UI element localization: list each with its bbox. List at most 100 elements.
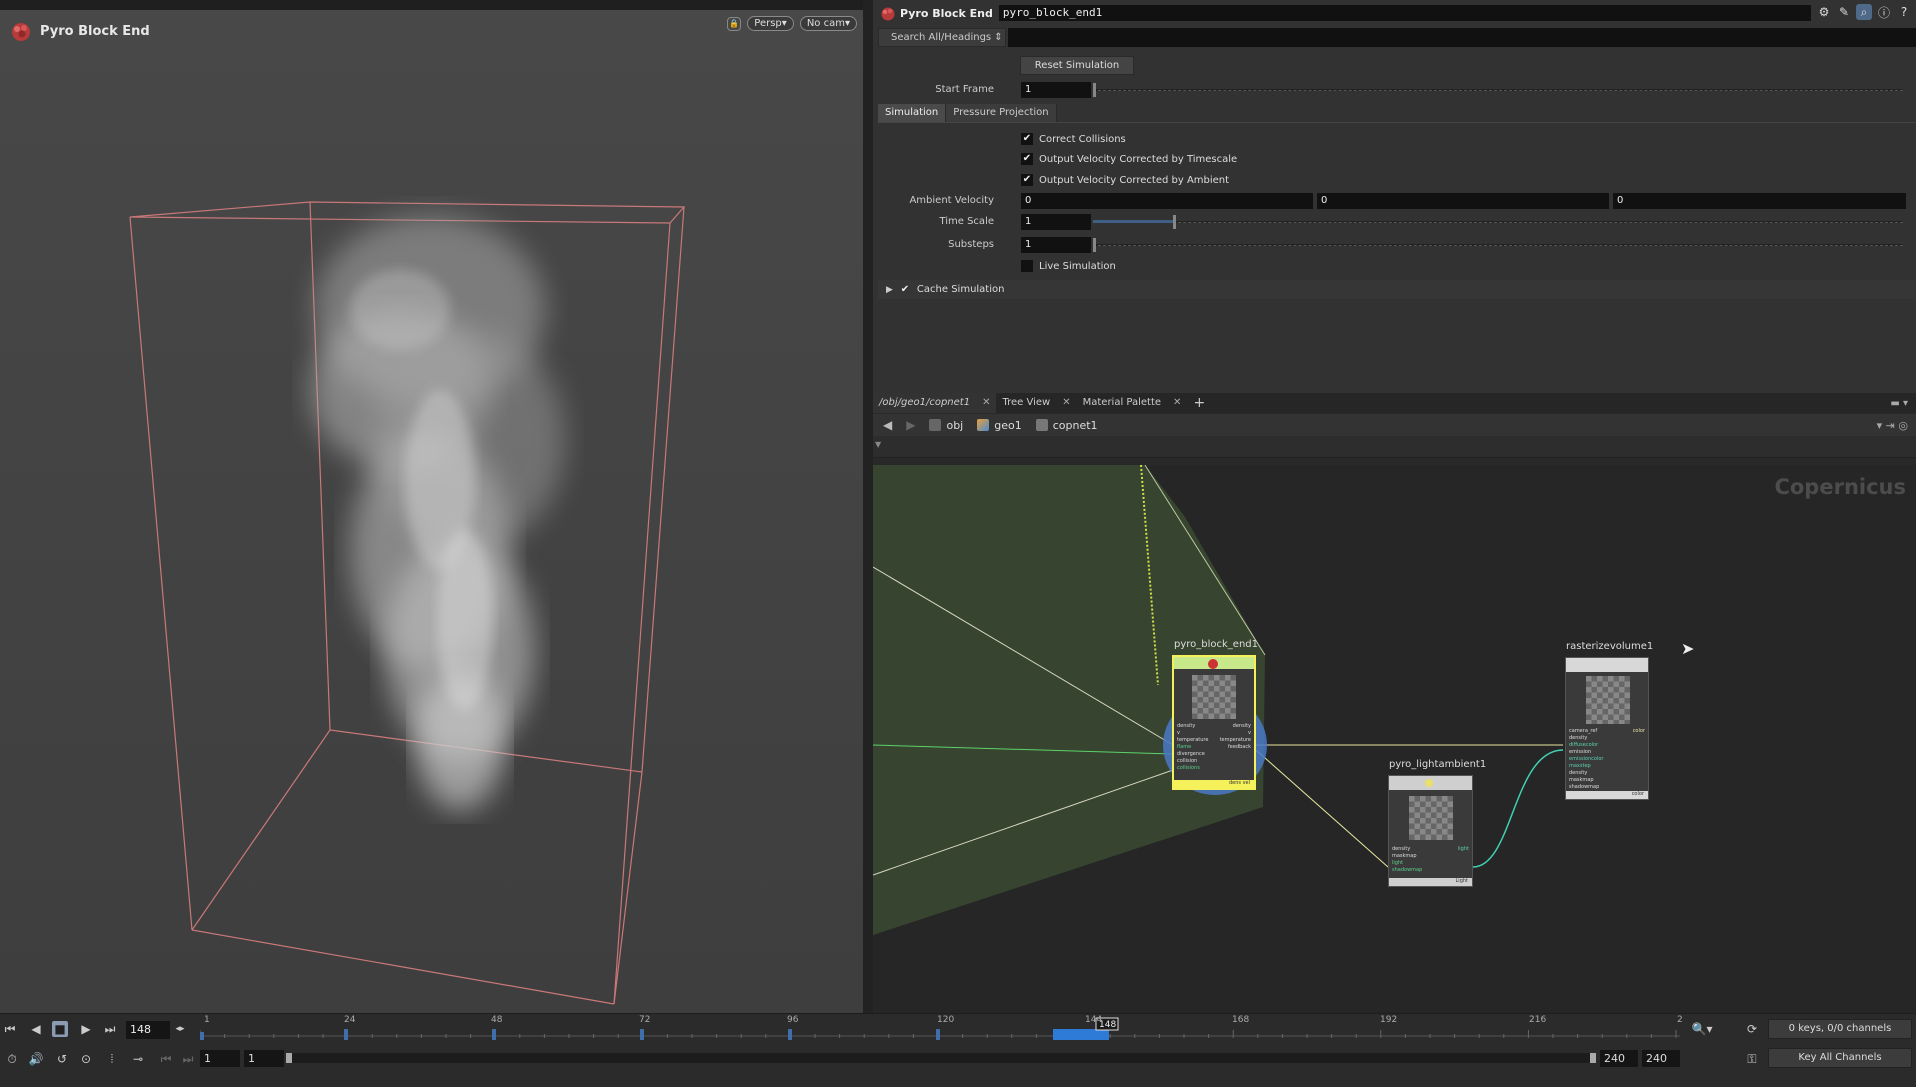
range-slider[interactable] — [286, 1053, 1596, 1063]
tab-simulation[interactable]: Simulation — [878, 104, 947, 122]
node-name-pyro-block-end[interactable]: pyro_block_end1 — [1174, 639, 1258, 650]
jump-end-icon[interactable]: ⏭ — [102, 1021, 118, 1037]
velocity-timescale-checkbox[interactable]: ✔ — [1021, 153, 1033, 165]
node-pyro-lightambient[interactable]: density maskmap light shadowmap light Li… — [1388, 775, 1473, 887]
start-frame-range-field-2[interactable]: 1 — [244, 1050, 284, 1067]
node-thumbnail — [1192, 675, 1236, 719]
range-icon[interactable]: ⊸ — [130, 1051, 146, 1067]
tab-copnet-path[interactable]: /obj/geo1/copnet1 ✕ — [873, 393, 997, 413]
end-frame-field[interactable]: 240 — [1600, 1050, 1638, 1067]
start-frame-range-field[interactable]: 1 — [200, 1050, 240, 1067]
pyro-node-icon — [881, 7, 895, 21]
pane-menu-icon[interactable]: ▬ ▾ — [1890, 398, 1908, 409]
cache-simulation-label: Cache Simulation — [916, 284, 1005, 295]
live-simulation-row[interactable]: Live Simulation — [1021, 258, 1116, 274]
close-icon[interactable]: ✕ — [1173, 393, 1181, 413]
info-icon[interactable]: ⓘ — [1876, 4, 1892, 20]
pane-divider[interactable] — [863, 0, 873, 1013]
ambient-velocity-row: Ambient Velocity 0 0 0 — [873, 192, 1916, 210]
frame-step-icon[interactable]: ◂▸ — [172, 1021, 188, 1037]
velocity-timescale-label: Output Velocity Corrected by Timescale — [1039, 153, 1238, 165]
collapse-icon[interactable]: ▼ — [875, 440, 881, 449]
node-thumbnail — [1409, 796, 1453, 840]
tab-tree-view[interactable]: Tree View ✕ — [996, 393, 1076, 413]
scene-viewport[interactable]: Pyro Block End 🔒 Persp▾ No cam▾ — [0, 10, 863, 1013]
audio-icon[interactable]: 🔊 — [28, 1051, 44, 1067]
start-frame-field[interactable]: 1 — [1021, 82, 1091, 98]
node-outputs: color — [1632, 728, 1645, 734]
search-headings-menu[interactable]: Search All/Headings ⇕ — [878, 28, 1006, 47]
time-scale-slider[interactable] — [1093, 215, 1903, 229]
keys-icon[interactable]: ⟳ — [1744, 1021, 1760, 1037]
cache-simulation-folder[interactable]: ▶ ✔ Cache Simulation — [878, 280, 1916, 299]
smoke-plume — [310, 215, 565, 810]
brush-icon[interactable]: ✎ — [1836, 4, 1852, 20]
gear-icon[interactable]: ⚙ — [1816, 4, 1832, 20]
crumb-obj[interactable]: obj — [929, 419, 963, 432]
pin-icon[interactable]: ▾ ⇥ ◎ — [1877, 419, 1908, 432]
search-icon[interactable]: ⌕ — [1856, 4, 1872, 20]
velocity-ambient-checkbox[interactable]: ✔ — [1021, 174, 1033, 186]
live-simulation-checkbox[interactable] — [1021, 260, 1033, 272]
node-pyro-block-end[interactable]: density v temperature flame divergence c… — [1172, 655, 1256, 790]
velocity-ambient-row[interactable]: ✔ Output Velocity Corrected by Ambient — [1021, 172, 1229, 188]
substeps-row: Substeps 1 — [873, 236, 1916, 254]
expand-triangle-icon[interactable]: ▶ — [886, 285, 893, 295]
node-outputs: density v temperature feedback — [1219, 723, 1251, 750]
tick-label: 2 — [1677, 1015, 1683, 1025]
scope-icon[interactable]: ⦙ — [104, 1051, 120, 1067]
back-arrow-icon[interactable]: ◀ — [883, 418, 892, 432]
end-frame-field-2[interactable]: 240 — [1642, 1050, 1680, 1067]
step-back-icon[interactable]: ◀ — [28, 1021, 44, 1037]
add-tab-button[interactable]: + — [1187, 393, 1211, 413]
help-icon[interactable]: ? — [1896, 4, 1912, 20]
ambient-velocity-z[interactable]: 0 — [1613, 193, 1906, 209]
crumb-geo[interactable]: geo1 — [977, 419, 1022, 432]
node-name-lightambient[interactable]: pyro_lightambient1 — [1389, 759, 1486, 770]
node-name-rasterizevolume[interactable]: rasterizevolume1 — [1566, 641, 1653, 652]
time-scale-field[interactable]: 1 — [1021, 214, 1091, 230]
start-frame-slider[interactable] — [1093, 83, 1903, 97]
scene-render — [129, 201, 686, 1005]
node-footer: dens vel — [1174, 780, 1254, 788]
substeps-field[interactable]: 1 — [1021, 237, 1091, 253]
network-tab-bar: /obj/geo1/copnet1 ✕ Tree View ✕ Material P… — [873, 393, 1916, 413]
ambient-velocity-y[interactable]: 0 — [1317, 193, 1609, 209]
play-icon[interactable]: ▶ — [78, 1021, 94, 1037]
key-all-channels-button[interactable]: Key All Channels — [1768, 1048, 1912, 1068]
tab-material-palette[interactable]: Material Palette ✕ — [1077, 393, 1188, 413]
reset-simulation-button[interactable]: Reset Simulation — [1020, 56, 1134, 75]
cache-simulation-checkbox[interactable]: ✔ — [899, 284, 911, 296]
network-canvas[interactable]: Copernicus density v temperature flame d… — [873, 465, 1916, 1013]
start-frame-label: Start Frame — [935, 84, 994, 95]
stop-icon[interactable]: ■ — [52, 1021, 68, 1037]
close-icon[interactable]: ✕ — [1062, 393, 1070, 413]
correct-collisions-label: Correct Collisions — [1039, 133, 1126, 145]
global-anim-icon[interactable]: ⊙ — [78, 1051, 94, 1067]
key-search-icon[interactable]: 🔍▾ — [1690, 1021, 1714, 1037]
substeps-slider[interactable] — [1093, 238, 1903, 252]
node-inputs: density maskmap light shadowmap — [1392, 846, 1423, 873]
correct-collisions-row[interactable]: ✔ Correct Collisions — [1021, 131, 1126, 147]
realtime-icon[interactable]: ⏱ — [4, 1051, 20, 1067]
forward-arrow-icon[interactable]: ▶ — [906, 418, 915, 432]
keys-channels-button[interactable]: 0 keys, 0/0 channels — [1768, 1019, 1912, 1039]
ambient-velocity-x[interactable]: 0 — [1021, 193, 1313, 209]
mouse-cursor-icon: ➤ — [1681, 639, 1695, 658]
key-icon[interactable]: ⚿ — [1744, 1051, 1760, 1067]
velocity-timescale-row[interactable]: ✔ Output Velocity Corrected by Timescale — [1021, 151, 1237, 167]
close-icon[interactable]: ✕ — [982, 393, 990, 413]
current-frame-field[interactable]: 148 — [126, 1021, 170, 1039]
jump-start-icon[interactable]: ⏮ — [2, 1021, 18, 1037]
node-inputs: density v temperature flame divergence c… — [1177, 723, 1209, 771]
node-rasterizevolume[interactable]: camera_ref density diffusecolor emission… — [1565, 657, 1649, 800]
crumb-copnet[interactable]: copnet1 — [1035, 419, 1098, 432]
correct-collisions-checkbox[interactable]: ✔ — [1021, 133, 1033, 145]
next-key-icon[interactable]: ⏭ — [180, 1051, 196, 1067]
prev-key-icon[interactable]: ⏮ — [158, 1051, 174, 1067]
parameter-search-input[interactable] — [1008, 28, 1916, 47]
node-name-field[interactable]: pyro_block_end1 — [998, 5, 1811, 21]
node-footer: color — [1566, 791, 1648, 799]
tab-pressure-projection[interactable]: Pressure Projection — [946, 104, 1057, 122]
loop-icon[interactable]: ↺ — [54, 1051, 70, 1067]
